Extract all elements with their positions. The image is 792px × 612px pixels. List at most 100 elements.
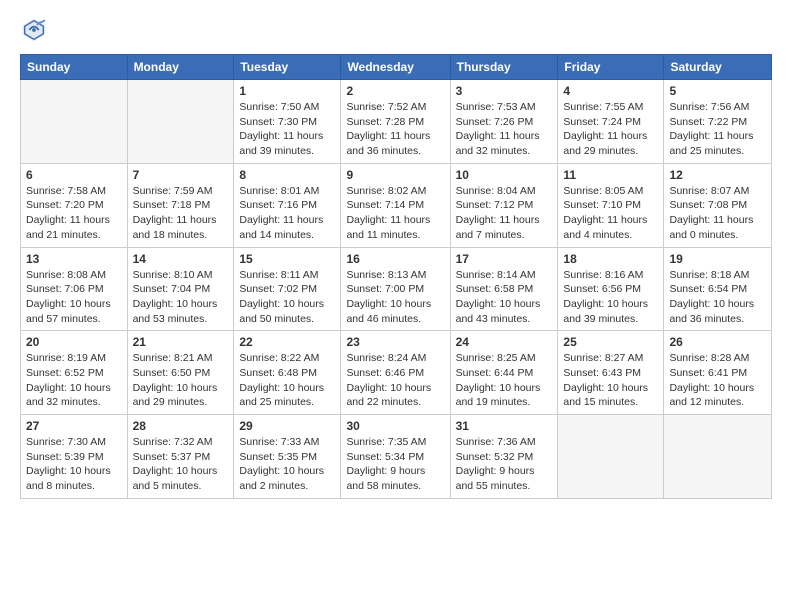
day-number: 26 (669, 335, 766, 349)
day-number: 21 (133, 335, 229, 349)
calendar-cell: 3 Sunrise: 7:53 AMSunset: 7:26 PMDaylight… (450, 80, 558, 164)
weekday-header-wednesday: Wednesday (341, 55, 450, 80)
day-number: 28 (133, 419, 229, 433)
calendar-cell: 29 Sunrise: 7:33 AMSunset: 5:35 PMDayligh… (234, 415, 341, 499)
calendar-cell: 11Sunrise: 8:05 AMSunset: 7:10 PMDayligh… (558, 163, 664, 247)
calendar-cell: 17 Sunrise: 8:14 AMSunset: 6:58 PMDayligh… (450, 247, 558, 331)
day-info: Sunrise: 8:21 AMSunset: 6:50 PMDaylight:… (133, 351, 229, 410)
calendar-cell: 1 Sunrise: 7:50 AMSunset: 7:30 PMDaylight… (234, 80, 341, 164)
calendar-cell: 14Sunrise: 8:10 AMSunset: 7:04 PMDayligh… (127, 247, 234, 331)
day-number: 18 (563, 252, 658, 266)
day-info: Sunrise: 7:53 AMSunset: 7:26 PMDaylight:… (456, 100, 553, 159)
calendar-cell: 13 Sunrise: 8:08 AMSunset: 7:06 PMDayligh… (21, 247, 128, 331)
day-number: 19 (669, 252, 766, 266)
day-info: Sunrise: 7:58 AMSunset: 7:20 PMDaylight:… (26, 184, 122, 243)
calendar-cell: 23Sunrise: 8:24 AMSunset: 6:46 PMDayligh… (341, 331, 450, 415)
weekday-header-thursday: Thursday (450, 55, 558, 80)
day-number: 1 (239, 84, 335, 98)
day-info: Sunrise: 7:55 AMSunset: 7:24 PMDaylight:… (563, 100, 658, 159)
weekday-header-friday: Friday (558, 55, 664, 80)
calendar-cell: 9 Sunrise: 8:02 AMSunset: 7:14 PMDaylight… (341, 163, 450, 247)
calendar-cell: 7Sunrise: 7:59 AMSunset: 7:18 PMDaylight… (127, 163, 234, 247)
logo-icon (20, 16, 48, 44)
calendar-cell: 22 Sunrise: 8:22 AMSunset: 6:48 PMDayligh… (234, 331, 341, 415)
day-info: Sunrise: 8:28 AMSunset: 6:41 PMDaylight:… (669, 351, 766, 410)
day-info: Sunrise: 8:07 AMSunset: 7:08 PMDaylight:… (669, 184, 766, 243)
weekday-header-monday: Monday (127, 55, 234, 80)
day-number: 31 (456, 419, 553, 433)
calendar-week-1: 1 Sunrise: 7:50 AMSunset: 7:30 PMDaylight… (21, 80, 772, 164)
day-number: 22 (239, 335, 335, 349)
day-info: Sunrise: 8:02 AMSunset: 7:14 PMDaylight:… (346, 184, 444, 243)
calendar-cell: 15 Sunrise: 8:11 AMSunset: 7:02 PMDayligh… (234, 247, 341, 331)
day-info: Sunrise: 7:56 AMSunset: 7:22 PMDaylight:… (669, 100, 766, 159)
day-number: 3 (456, 84, 553, 98)
day-info: Sunrise: 8:01 AMSunset: 7:16 PMDaylight:… (239, 184, 335, 243)
day-number: 17 (456, 252, 553, 266)
day-info: Sunrise: 8:24 AMSunset: 6:46 PMDaylight:… (346, 351, 444, 410)
calendar-cell: 12 Sunrise: 8:07 AMSunset: 7:08 PMDayligh… (664, 163, 772, 247)
calendar-cell: 8 Sunrise: 8:01 AMSunset: 7:16 PMDaylight… (234, 163, 341, 247)
day-number: 7 (133, 168, 229, 182)
calendar-cell: 10Sunrise: 8:04 AMSunset: 7:12 PMDayligh… (450, 163, 558, 247)
day-info: Sunrise: 8:04 AMSunset: 7:12 PMDaylight:… (456, 184, 553, 243)
day-number: 12 (669, 168, 766, 182)
day-info: Sunrise: 7:52 AMSunset: 7:28 PMDaylight:… (346, 100, 444, 159)
day-info: Sunrise: 7:36 AMSunset: 5:32 PMDaylight:… (456, 435, 553, 494)
day-number: 30 (346, 419, 444, 433)
calendar-cell: 6Sunrise: 7:58 AMSunset: 7:20 PMDaylight… (21, 163, 128, 247)
weekday-header-saturday: Saturday (664, 55, 772, 80)
day-info: Sunrise: 7:32 AMSunset: 5:37 PMDaylight:… (133, 435, 229, 494)
day-info: Sunrise: 8:08 AMSunset: 7:06 PMDaylight:… (26, 268, 122, 327)
day-info: Sunrise: 7:30 AMSunset: 5:39 PMDaylight:… (26, 435, 122, 494)
calendar-cell: 4Sunrise: 7:55 AMSunset: 7:24 PMDaylight… (558, 80, 664, 164)
weekday-header-tuesday: Tuesday (234, 55, 341, 80)
calendar-cell: 5 Sunrise: 7:56 AMSunset: 7:22 PMDaylight… (664, 80, 772, 164)
calendar-week-3: 13 Sunrise: 8:08 AMSunset: 7:06 PMDayligh… (21, 247, 772, 331)
calendar-cell: 19 Sunrise: 8:18 AMSunset: 6:54 PMDayligh… (664, 247, 772, 331)
day-number: 20 (26, 335, 122, 349)
day-number: 13 (26, 252, 122, 266)
day-info: Sunrise: 8:25 AMSunset: 6:44 PMDaylight:… (456, 351, 553, 410)
day-number: 29 (239, 419, 335, 433)
day-info: Sunrise: 8:18 AMSunset: 6:54 PMDaylight:… (669, 268, 766, 327)
calendar-cell (21, 80, 128, 164)
calendar-week-5: 27 Sunrise: 7:30 AMSunset: 5:39 PMDayligh… (21, 415, 772, 499)
calendar-cell: 28 Sunrise: 7:32 AMSunset: 5:37 PMDayligh… (127, 415, 234, 499)
day-info: Sunrise: 8:19 AMSunset: 6:52 PMDaylight:… (26, 351, 122, 410)
day-info: Sunrise: 8:16 AMSunset: 6:56 PMDaylight:… (563, 268, 658, 327)
calendar-cell (127, 80, 234, 164)
weekday-header-row: SundayMondayTuesdayWednesdayThursdayFrid… (21, 55, 772, 80)
calendar-cell: 21 Sunrise: 8:21 AMSunset: 6:50 PMDayligh… (127, 331, 234, 415)
day-number: 14 (133, 252, 229, 266)
day-number: 27 (26, 419, 122, 433)
calendar-cell (558, 415, 664, 499)
calendar-week-4: 20 Sunrise: 8:19 AMSunset: 6:52 PMDayligh… (21, 331, 772, 415)
day-info: Sunrise: 8:14 AMSunset: 6:58 PMDaylight:… (456, 268, 553, 327)
day-info: Sunrise: 7:50 AMSunset: 7:30 PMDaylight:… (239, 100, 335, 159)
day-info: Sunrise: 7:33 AMSunset: 5:35 PMDaylight:… (239, 435, 335, 494)
calendar-cell: 20 Sunrise: 8:19 AMSunset: 6:52 PMDayligh… (21, 331, 128, 415)
day-info: Sunrise: 8:22 AMSunset: 6:48 PMDaylight:… (239, 351, 335, 410)
calendar-cell: 26 Sunrise: 8:28 AMSunset: 6:41 PMDayligh… (664, 331, 772, 415)
day-info: Sunrise: 8:27 AMSunset: 6:43 PMDaylight:… (563, 351, 658, 410)
calendar-cell (664, 415, 772, 499)
day-number: 15 (239, 252, 335, 266)
calendar-table: SundayMondayTuesdayWednesdayThursdayFrid… (20, 54, 772, 499)
calendar-cell: 25 Sunrise: 8:27 AMSunset: 6:43 PMDayligh… (558, 331, 664, 415)
day-info: Sunrise: 8:11 AMSunset: 7:02 PMDaylight:… (239, 268, 335, 327)
page: SundayMondayTuesdayWednesdayThursdayFrid… (0, 0, 792, 509)
day-number: 2 (346, 84, 444, 98)
calendar-cell: 24 Sunrise: 8:25 AMSunset: 6:44 PMDayligh… (450, 331, 558, 415)
calendar-week-2: 6Sunrise: 7:58 AMSunset: 7:20 PMDaylight… (21, 163, 772, 247)
calendar-cell: 18 Sunrise: 8:16 AMSunset: 6:56 PMDayligh… (558, 247, 664, 331)
day-info: Sunrise: 8:05 AMSunset: 7:10 PMDaylight:… (563, 184, 658, 243)
calendar-cell: 16Sunrise: 8:13 AMSunset: 7:00 PMDayligh… (341, 247, 450, 331)
day-number: 8 (239, 168, 335, 182)
day-number: 9 (346, 168, 444, 182)
day-number: 5 (669, 84, 766, 98)
day-number: 24 (456, 335, 553, 349)
day-number: 25 (563, 335, 658, 349)
header-area (20, 16, 772, 44)
calendar-cell: 2 Sunrise: 7:52 AMSunset: 7:28 PMDaylight… (341, 80, 450, 164)
